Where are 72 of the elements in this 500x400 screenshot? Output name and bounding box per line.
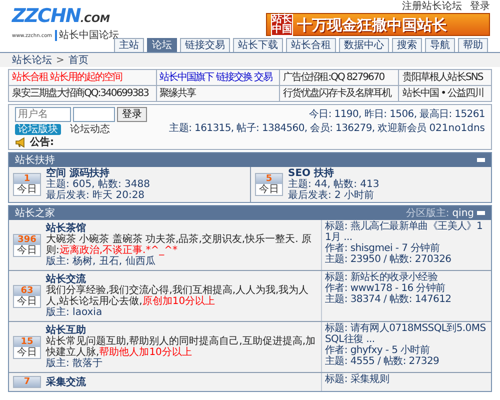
- nav-tab[interactable]: 主站: [114, 38, 144, 52]
- forum-counts: 主题: 38374 / 帖数: 147612: [325, 294, 452, 305]
- ad-link[interactable]: 站长合租 站长用的起的空间: [12, 72, 122, 83]
- nav-tab[interactable]: 论坛: [147, 38, 177, 52]
- forum-stats: 主题: 605, 帖数: 3488: [46, 179, 150, 190]
- nav-tab[interactable]: 导航: [425, 38, 455, 52]
- forum-title-link[interactable]: 站长茶馆: [46, 223, 317, 234]
- last-post-title[interactable]: 标题: 新站长的收录小经验: [325, 272, 488, 283]
- ad-link[interactable]: 泉安三期盘大招商QQ:340699383: [12, 88, 148, 99]
- nav-tab[interactable]: 搜索: [392, 38, 422, 52]
- forum-moderators: 版主: 杨树, 丑石, 仙西瓜: [46, 256, 156, 267]
- logo-wordmark[interactable]: ZZCHN.COM: [12, 6, 110, 30]
- top-link[interactable]: 注册站长论坛: [402, 1, 462, 13]
- forum-title-link[interactable]: 采集交流: [46, 376, 86, 388]
- last-post-time: 最后发表: 昨天 20:28: [46, 190, 146, 201]
- forum-title-link[interactable]: 站长交流: [46, 274, 317, 285]
- view-tab[interactable]: 论坛动态: [67, 124, 113, 135]
- forum-title-link[interactable]: 站长互助: [46, 325, 317, 336]
- forum-totals: 主题: 161315, 帖子: 1384560, 会员: 136279, 欢迎新会员: [169, 123, 426, 134]
- section-title: 站长扶持: [15, 154, 55, 166]
- ad-link[interactable]: 行货优盘闪存卡及名牌耳机: [283, 88, 392, 99]
- forum-title-link[interactable]: 空间 源码扶持: [46, 168, 150, 179]
- last-post-author: 作者: www178 - 16 分钟前: [325, 283, 446, 294]
- last-post-time: 最后发表: 2 小时前: [288, 190, 376, 201]
- ad-link[interactable]: 贵阳草根人站长SNS: [402, 72, 483, 83]
- daily-stats: 今日: 1190, 昨日: 1506, 最高日: 15261: [308, 109, 485, 120]
- forum-moderators: 版主: laoxia: [46, 307, 104, 318]
- announcement-label: 公告:: [30, 136, 54, 148]
- forum-counts: 主题: 23950 / 帖数: 270326: [325, 254, 452, 265]
- password-field[interactable]: [73, 107, 115, 122]
- forum-moderators: 版主: 散落于: [46, 358, 104, 369]
- newest-member-link[interactable]: 021no1dns: [429, 123, 485, 134]
- ad-link[interactable]: 聚缘共享: [160, 88, 196, 99]
- last-post-author: 作者: ghyfxy - 5 小时前: [325, 345, 431, 356]
- collapse-icon[interactable]: [477, 158, 485, 162]
- collapse-icon[interactable]: [477, 211, 485, 215]
- forum-counts: 主题: 4555 / 帖数: 27329: [325, 356, 440, 367]
- section-title: 站长之家: [15, 208, 55, 218]
- login-button[interactable]: 登录: [117, 107, 147, 122]
- megaphone-icon: [15, 136, 27, 148]
- view-tab[interactable]: 论坛版块: [15, 124, 61, 135]
- ad-link[interactable]: 站长中国旗下 链接交换 交易: [160, 72, 272, 83]
- forum-description: 我们分享经验,我们交流心得,我们互相提高,人人为我,我为人人,站长论坛用心去做,原创加10分以上: [46, 285, 310, 307]
- today-count-badge: 15 今日: [13, 336, 41, 358]
- moderator-label: 分区版主:: [406, 208, 450, 218]
- today-count-badge: 396 今日: [13, 234, 41, 256]
- forum-stats: 主题: 44, 帖数: 413: [288, 179, 380, 190]
- today-count-badge: 5 今日: [255, 173, 283, 196]
- today-count-badge: 7: [13, 376, 41, 388]
- today-count-badge: 1 今日: [13, 173, 41, 196]
- nav-tab[interactable]: 站长下载: [233, 38, 283, 52]
- forum-description: 大碗茶 小碗茶 盖碗茶 功夫茶,品茶,交朋识友,快乐一整天. 原则:远离政治,不谈正事.*^_^*: [46, 234, 312, 256]
- today-count-badge: 63 今日: [13, 284, 41, 308]
- last-post-title[interactable]: 标题: 请有网人0718MSSQL到5.0MSSQL往復 ...: [325, 323, 488, 345]
- ad-link[interactable]: 站长中国 • 公益四川: [402, 88, 484, 99]
- nav-tab[interactable]: 站长合租: [286, 38, 336, 52]
- moderator-link[interactable]: qing: [452, 208, 474, 218]
- top-link[interactable]: 登录: [470, 1, 490, 13]
- forum-description: 站长常见问题互助,帮助别人的同时提高自己,互助促进提高,加快建立人脉,帮助他人加10分以上: [46, 336, 317, 358]
- last-post-title[interactable]: 标题: 燕儿高仁最新单曲《王美人》11月 ...: [325, 221, 488, 243]
- banner-text: 十万现金狂撒中国站长: [297, 16, 447, 34]
- breadcrumb-link[interactable]: 首页: [68, 54, 88, 66]
- ad-link[interactable]: 广告位招租:QQ 8279670: [283, 72, 384, 83]
- forum-title-link[interactable]: SEO 扶持: [288, 168, 380, 179]
- nav-tab[interactable]: 帮助: [458, 38, 488, 52]
- breadcrumb-separator: >: [56, 54, 64, 66]
- last-post-title[interactable]: 标题: 采集规则: [325, 374, 488, 385]
- last-post-author: 作者: shisgmei - 7 分钟前: [325, 243, 441, 254]
- nav-tab[interactable]: 数据中心: [339, 38, 389, 52]
- username-field[interactable]: 用户名: [15, 107, 71, 122]
- nav-tab[interactable]: 链接交易: [180, 38, 230, 52]
- breadcrumb-link[interactable]: 站长论坛: [12, 54, 52, 66]
